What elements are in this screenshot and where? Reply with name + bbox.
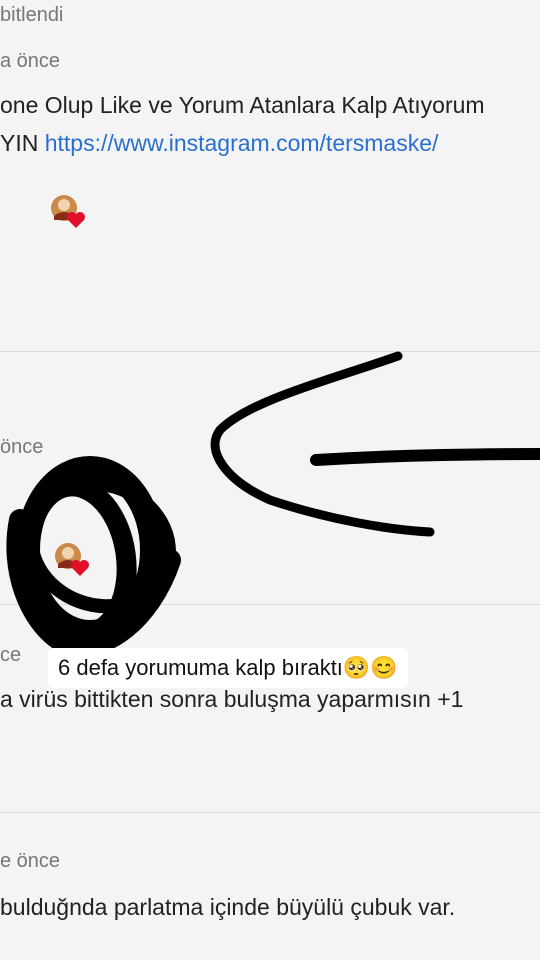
video-caption: 6 defa yorumuma kalp bıraktı🥺😊 bbox=[48, 648, 408, 688]
arrow-head-stroke bbox=[210, 351, 435, 537]
scribble-circle bbox=[6, 456, 181, 657]
arrow-shaft-stroke bbox=[310, 448, 540, 466]
marker-drawing-overlay bbox=[6, 351, 540, 657]
